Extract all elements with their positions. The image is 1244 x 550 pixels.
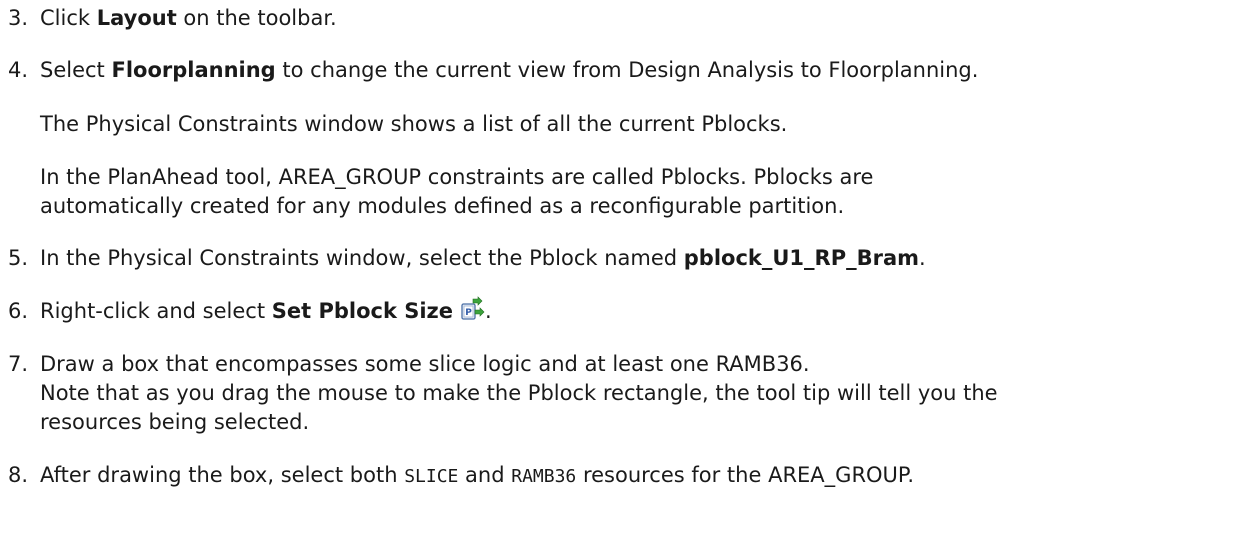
text: . [919,246,926,270]
floorplanning-term: Floorplanning [111,58,276,82]
text: and [458,463,512,487]
text: resources for the AREA_GROUP. [576,463,914,487]
step-text: In the Physical Constraints window, sele… [40,243,926,273]
svg-text:P: P [465,308,472,318]
pblock-name-term: pblock_U1_RP_Bram [683,246,920,270]
text: In the Physical Constraints window, sele… [40,246,684,270]
step-number: 3. [8,6,29,30]
slice-code: SLICE [404,466,459,487]
text: After drawing the box, select both [40,463,405,487]
step-text: After drawing the box, select both SLICE… [40,460,914,492]
step-number: 8. [8,463,29,487]
text: Click [40,6,97,30]
text: Right-click and select [40,299,272,323]
set-pblock-size-icon: P [459,296,485,322]
step-text: Select Floorplanning to change the curre… [40,55,978,85]
note-paragraph-2-line-1: In the PlanAhead tool, AREA_GROUP constr… [40,165,874,189]
toolbar-layout-term: Layout [96,6,177,30]
ramb36-code: RAMB36 [511,466,577,487]
step-text-line-1: Draw a box that encompasses some slice l… [40,352,810,376]
step-number: 4. [8,58,29,82]
set-pblock-size-term: Set Pblock Size [271,299,454,323]
text: Select [40,58,112,82]
text: on the toolbar. [176,6,337,30]
step-7-line-2: Note that as you drag the mouse to make … [40,381,998,405]
text: . [485,299,492,323]
note-paragraph-1: The Physical Constraints window shows a … [40,112,788,136]
step-text: Click Layout on the toolbar. [40,3,337,33]
step-number: 5. [8,246,29,270]
step-number: 7. [8,352,29,376]
step-text: Right-click and select Set Pblock Size P… [40,296,492,326]
note-paragraph-2-line-2: automatically created for any modules de… [40,194,845,218]
text: to change the current view from Design A… [275,58,979,82]
step-7-line-3: resources being selected. [40,410,310,434]
step-number: 6. [8,299,29,323]
